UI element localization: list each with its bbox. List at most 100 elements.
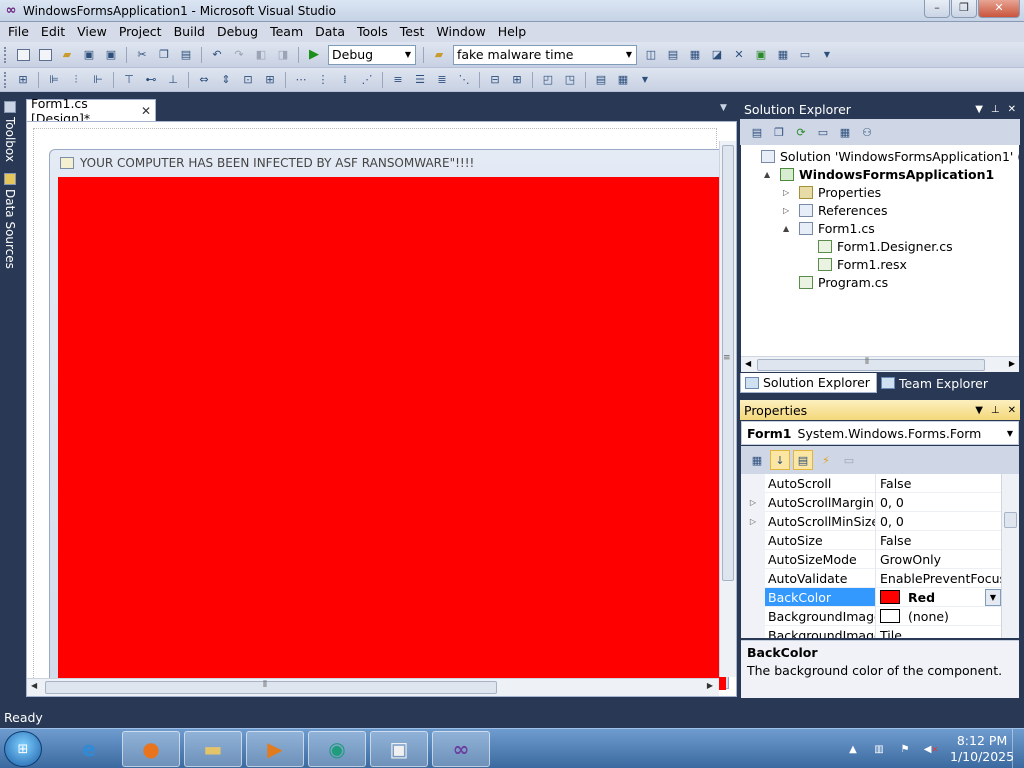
center-vertically-icon[interactable]: ⊞ xyxy=(508,71,526,89)
paste-icon[interactable]: ▤ xyxy=(177,46,195,64)
cut-icon[interactable]: ✂ xyxy=(133,46,151,64)
menu-project[interactable]: Project xyxy=(113,22,168,42)
tree-item[interactable]: ▷ References xyxy=(783,201,887,219)
menu-build[interactable]: Build xyxy=(168,22,211,42)
find-in-files-icon[interactable]: ▰ xyxy=(430,46,448,64)
save-all-icon[interactable]: ▣ xyxy=(102,46,120,64)
solution-configuration-select[interactable]: Debug ▼ xyxy=(328,44,416,65)
show-hidden-icons-icon[interactable]: ▲ xyxy=(845,742,861,756)
equal-vertical-spacing-icon[interactable]: ≡ xyxy=(389,71,407,89)
property-row[interactable]: AutoValidateEnablePreventFocusCh xyxy=(741,569,1001,588)
events-icon[interactable]: ⚡ xyxy=(816,450,836,470)
increase-horizontal-spacing-icon[interactable]: ⋮ xyxy=(314,71,332,89)
form1-window[interactable]: YOUR COMPUTER HAS BEEN INFECTED BY ASF R… xyxy=(49,149,729,690)
property-value[interactable]: EnablePreventFocusCh xyxy=(876,569,1001,588)
taskbar-app-visual-studio[interactable]: ∞ xyxy=(432,731,490,767)
make-same-size-icon[interactable]: ⊡ xyxy=(239,71,257,89)
property-value[interactable]: 0, 0 xyxy=(876,493,1001,512)
property-value[interactable]: False xyxy=(876,531,1001,550)
tree-item[interactable]: ▲ Form1.cs xyxy=(783,219,875,237)
view-code-icon[interactable]: ▭ xyxy=(814,123,832,141)
refresh-icon[interactable]: ⟳ xyxy=(792,123,810,141)
scroll-right-icon[interactable]: ▶ xyxy=(1009,359,1015,368)
remove-vertical-spacing-icon[interactable]: ⋱ xyxy=(455,71,473,89)
navigate-backward-icon[interactable]: ◧ xyxy=(252,46,270,64)
toolbox-icon[interactable]: ✕ xyxy=(730,46,748,64)
menu-view[interactable]: View xyxy=(71,22,113,42)
close-icon[interactable]: ✕ xyxy=(1008,405,1016,416)
minimize-button[interactable]: – xyxy=(924,0,950,18)
document-tab-form1-design[interactable]: Form1.cs [Design]* ✕ xyxy=(26,96,156,126)
bring-to-front-icon[interactable]: ◰ xyxy=(539,71,557,89)
property-row[interactable]: BackgroundImageLayout Tile xyxy=(741,626,1001,638)
form-client-area[interactable] xyxy=(58,177,726,690)
property-row[interactable]: ▷ AutoScrollMinSize 0, 0 xyxy=(741,512,1001,531)
tree-item[interactable]: Form1.Designer.cs xyxy=(802,237,953,255)
extension-manager-icon[interactable]: ▦ xyxy=(774,46,792,64)
undo-icon[interactable]: ↶ xyxy=(208,46,226,64)
equal-horizontal-spacing-icon[interactable]: ⋯ xyxy=(292,71,310,89)
close-icon[interactable]: ✕ xyxy=(1008,104,1016,115)
network-icon[interactable]: ▥ xyxy=(871,742,887,756)
property-row[interactable]: AutoSizeMode GrowOnly xyxy=(741,550,1001,569)
find-icon[interactable]: ◫ xyxy=(642,46,660,64)
tree-item[interactable]: Solution 'WindowsFormsApplication1' (1 p… xyxy=(745,147,1019,165)
property-row[interactable]: BackColor Red ▼ xyxy=(741,588,1001,607)
tree-item[interactable]: ▲ WindowsFormsApplication1 xyxy=(764,165,994,183)
menu-tools[interactable]: Tools xyxy=(351,22,394,42)
toolbar-grip[interactable] xyxy=(4,71,8,88)
pin-icon[interactable]: ⊥ xyxy=(991,104,1000,115)
increase-vertical-spacing-icon[interactable]: ☰ xyxy=(411,71,429,89)
property-row[interactable]: AutoScroll False xyxy=(741,474,1001,493)
expand-arrow-icon[interactable]: ▷ xyxy=(783,188,793,197)
align-middles-icon[interactable]: ⊷ xyxy=(142,71,160,89)
make-same-width-icon[interactable]: ⇔ xyxy=(195,71,213,89)
chevron-down-icon[interactable]: ▼ xyxy=(636,71,654,89)
designer-vertical-scrollbar[interactable]: ≡ xyxy=(719,141,736,677)
menu-data[interactable]: Data xyxy=(309,22,351,42)
chevron-down-icon[interactable]: ▼ xyxy=(818,46,836,64)
property-value[interactable]: (none) xyxy=(876,607,1001,626)
volume-muted-icon[interactable]: ◀ ✕ xyxy=(923,742,939,756)
align-tops-icon[interactable]: ⊤ xyxy=(120,71,138,89)
collapse-arrow-icon[interactable]: ▲ xyxy=(783,224,793,233)
taskbar-app-app-window[interactable]: ▣ xyxy=(370,731,428,767)
remove-horizontal-spacing-icon[interactable]: ⋰ xyxy=(358,71,376,89)
chevron-down-icon[interactable]: ▼ xyxy=(985,588,1001,606)
solution-explorer-icon[interactable]: ▤ xyxy=(664,46,682,64)
view-class-diagram-icon[interactable]: ⚇ xyxy=(858,123,876,141)
property-row[interactable]: ▷ AutoScrollMargin 0, 0 xyxy=(741,493,1001,512)
property-row[interactable]: AutoSize False xyxy=(741,531,1001,550)
chevron-down-icon[interactable]: ▼ xyxy=(975,104,983,115)
scrollbar-thumb[interactable] xyxy=(722,145,734,581)
align-lefts-icon[interactable]: ⊫ xyxy=(45,71,63,89)
property-value[interactable]: 0, 0 xyxy=(876,512,1001,531)
restore-button[interactable]: ❐ xyxy=(951,0,977,18)
property-value[interactable]: False xyxy=(876,474,1001,493)
align-centers-icon[interactable]: ⫶ xyxy=(67,71,85,89)
scrollbar-thumb[interactable] xyxy=(757,359,985,371)
taskbar-app-media-player[interactable]: ▶ xyxy=(246,731,304,767)
size-to-grid-icon[interactable]: ⊞ xyxy=(261,71,279,89)
chevron-down-icon[interactable]: ▼ xyxy=(975,405,983,416)
object-selector[interactable]: Form1 System.Windows.Forms.Form ▼ xyxy=(741,421,1019,445)
new-project-icon[interactable] xyxy=(14,46,32,64)
taskbar-app-file-explorer[interactable]: ▬ xyxy=(184,731,242,767)
expand-arrow-icon[interactable]: ▷ xyxy=(783,206,793,215)
data-sources-tab[interactable]: Data Sources xyxy=(2,173,18,269)
solution-explorer-horizontal-scrollbar[interactable]: ◀ ⦀ ▶ xyxy=(741,356,1019,372)
pin-icon[interactable]: ⊥ xyxy=(991,405,1000,416)
taskbar-app-firefox[interactable]: ● xyxy=(122,731,180,767)
menu-edit[interactable]: Edit xyxy=(35,22,71,42)
tree-item[interactable]: Program.cs xyxy=(783,273,888,291)
tab-solution-explorer[interactable]: Solution Explorer xyxy=(740,373,877,393)
find-combo[interactable]: fake malware time ▼ xyxy=(453,44,637,65)
categorized-icon[interactable]: ▦ xyxy=(747,450,767,470)
view-designer-icon[interactable]: ▦ xyxy=(836,123,854,141)
taskbar-app-internet-explorer[interactable]: e xyxy=(60,731,118,767)
start-debugging-icon[interactable]: ▶ xyxy=(305,46,323,64)
menu-debug[interactable]: Debug xyxy=(211,22,264,42)
close-button[interactable]: ✕ xyxy=(978,0,1020,18)
properties-window-icon[interactable]: ▦ xyxy=(686,46,704,64)
property-value[interactable]: Red ▼ xyxy=(876,588,1001,607)
